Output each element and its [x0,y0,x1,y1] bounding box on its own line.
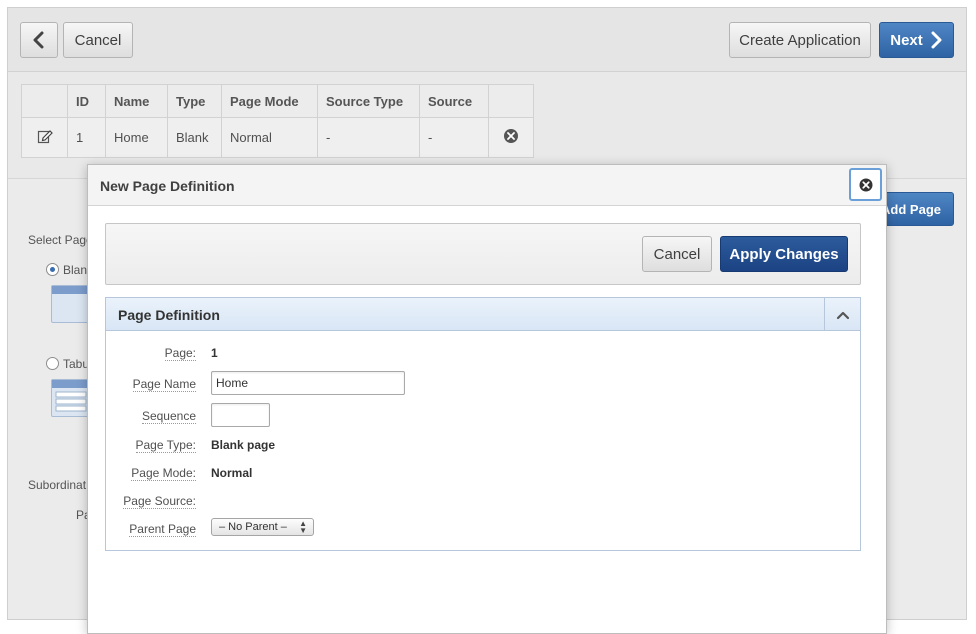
dialog-cancel-button[interactable]: Cancel [642,236,712,272]
col-header-id: ID [67,84,106,118]
field-parent-page: Parent Page – No Parent – ▲ ▼ [106,516,860,544]
subordinate-label: Subordinat [28,478,87,492]
col-header-source: Source [419,84,489,118]
dialog-titlebar: New Page Definition [88,165,886,206]
field-page-type: Page Type: Blank page [106,432,860,460]
name-cell: Home [105,117,168,158]
remove-icon[interactable] [503,128,519,144]
field-page: Page: 1 [106,340,860,368]
field-sequence: Sequence [106,403,860,431]
col-header-name: Name [105,84,168,118]
next-button[interactable]: Next [879,22,954,58]
close-icon [859,178,872,191]
edit-cell[interactable] [21,117,68,158]
sequence-input[interactable] [211,403,270,427]
select-arrows-icon: ▲ ▼ [299,519,307,535]
page-mode-value: Normal [211,466,253,480]
col-header-type: Type [167,84,222,118]
tabular-page-option-label: Tabu [63,357,90,371]
tabular-page-radio[interactable] [46,357,59,370]
wizard-toolbar: Cancel Create Application Next [8,8,966,72]
source-cell: - [419,117,489,158]
create-application-button[interactable]: Create Application [729,22,871,58]
page-mode-cell: Normal [221,117,318,158]
parent-page-select[interactable]: – No Parent – ▲ ▼ [211,518,314,536]
chevron-right-icon [931,31,942,49]
edit-icon[interactable] [37,128,53,144]
apply-changes-button[interactable]: Apply Changes [720,236,848,272]
dialog-title: New Page Definition [100,178,235,194]
col-header-edit [21,84,68,118]
delete-cell[interactable] [488,117,534,158]
cancel-button[interactable]: Cancel [63,22,133,58]
page-definition-region: Page Definition Page: 1 Page Name Sequen… [105,297,861,551]
next-label: Next [890,31,923,49]
region-title: Page Definition [118,307,220,323]
tabular-page-thumbnail[interactable] [51,379,90,417]
type-cell: Blank [167,117,222,158]
select-page-label: Select Page [28,233,93,247]
field-page-name: Page Name [106,371,860,399]
chevron-up-icon [836,311,849,319]
blank-page-radio[interactable] [46,263,59,276]
page-name-input[interactable] [211,371,405,395]
pages-table: ID Name Type Page Mode Source Type Sourc… [21,84,534,158]
thumbnail-header-bar [52,286,88,294]
sequence-label: Sequence [141,409,196,424]
table-header-row: ID Name Type Page Mode Source Type Sourc… [21,84,534,118]
col-header-page-mode: Page Mode [221,84,318,118]
field-page-mode: Page Mode: Normal [106,460,860,488]
table-row: 1 Home Blank Normal - - [21,117,534,158]
page-source-label: Page Source: [123,494,196,509]
page-type-value: Blank page [211,438,276,452]
table-grid-icon [52,380,90,412]
blank-page-thumbnail[interactable] [51,285,89,323]
id-cell: 1 [67,117,106,158]
dialog-close-button[interactable] [849,168,882,201]
page-label: Page: [164,346,196,361]
page-type-label: Page Type: [135,438,196,453]
page-name-label: Page Name [132,377,196,392]
back-button[interactable] [20,22,58,58]
page-value: 1 [211,346,218,360]
col-header-delete [488,84,534,118]
parent-page-label: Parent Page [129,522,196,537]
source-type-cell: - [317,117,420,158]
dialog-button-bar: Cancel Apply Changes [105,223,861,285]
chevron-left-icon [33,31,44,49]
field-page-source: Page Source: [106,488,860,516]
region-header: Page Definition [106,298,860,331]
parent-page-selected-value: – No Parent – [219,521,287,533]
page-mode-label: Page Mode: [131,466,196,481]
col-header-source-type: Source Type [317,84,420,118]
collapse-region-button[interactable] [824,298,860,331]
new-page-definition-dialog: New Page Definition Cancel Apply Changes… [87,164,887,634]
